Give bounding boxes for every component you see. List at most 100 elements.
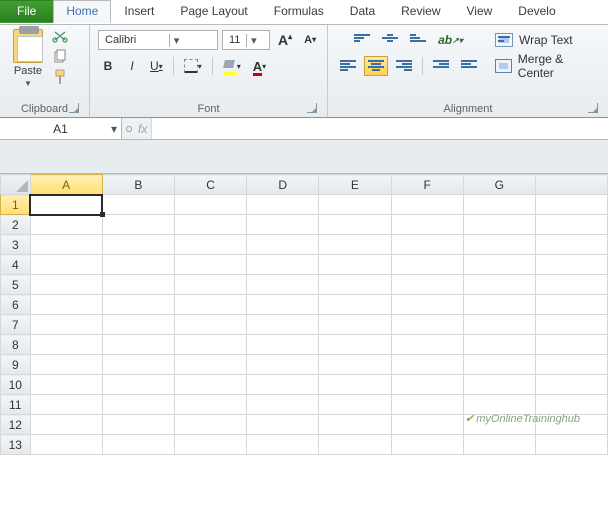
tab-developer[interactable]: Develo [505,0,568,23]
cell[interactable] [319,215,391,235]
cell[interactable] [319,255,391,275]
cell[interactable] [30,415,102,435]
decrease-font-button[interactable]: A▾ [300,30,320,50]
cell[interactable] [463,335,535,355]
align-right-button[interactable] [392,56,416,76]
align-top-button[interactable] [350,30,374,50]
merge-center-button[interactable]: Merge & Center [491,55,600,77]
cell[interactable] [30,435,102,455]
cell[interactable] [174,355,246,375]
select-all-corner[interactable] [1,175,31,195]
cell[interactable] [30,375,102,395]
cell[interactable] [174,215,246,235]
row-header[interactable]: 8 [1,335,31,355]
cell[interactable] [30,335,102,355]
cell[interactable] [102,255,174,275]
cell[interactable] [102,195,174,215]
cell[interactable] [391,375,463,395]
cell[interactable] [391,355,463,375]
column-header[interactable]: C [174,175,246,195]
cell[interactable] [30,315,102,335]
cell[interactable] [535,335,607,355]
cell[interactable] [174,315,246,335]
cell[interactable] [30,255,102,275]
row-header[interactable]: 6 [1,295,31,315]
cell[interactable] [319,315,391,335]
cell[interactable] [102,415,174,435]
cell[interactable] [535,195,607,215]
fill-color-button[interactable]: ▾ [219,56,245,76]
alignment-launcher-icon[interactable] [588,103,598,113]
tab-data[interactable]: Data [337,0,388,23]
cell[interactable] [535,435,607,455]
cell[interactable] [319,335,391,355]
cell[interactable] [391,415,463,435]
tab-formulas[interactable]: Formulas [261,0,337,23]
cell[interactable] [30,195,102,215]
cell[interactable] [102,275,174,295]
cell[interactable] [391,275,463,295]
align-middle-button[interactable] [378,30,402,50]
paste-caret[interactable]: ▼ [24,79,32,88]
row-header[interactable]: 1 [1,195,31,215]
row-header[interactable]: 13 [1,435,31,455]
cell[interactable] [463,255,535,275]
fx-icon[interactable]: fx [138,122,147,136]
cell[interactable] [319,295,391,315]
cell[interactable] [247,315,319,335]
paste-button[interactable]: Paste ▼ [8,27,48,88]
cell[interactable] [174,235,246,255]
cell[interactable] [391,335,463,355]
cell[interactable] [30,215,102,235]
cell[interactable] [102,355,174,375]
cell[interactable] [319,195,391,215]
column-header[interactable]: A [30,175,102,195]
copy-button[interactable] [52,49,68,65]
cell[interactable] [391,315,463,335]
cell[interactable] [174,275,246,295]
cell[interactable] [247,355,319,375]
tab-file[interactable]: File [0,0,53,23]
cell[interactable] [247,255,319,275]
cell[interactable] [391,295,463,315]
cell[interactable] [391,435,463,455]
cell[interactable] [247,215,319,235]
cell[interactable] [102,435,174,455]
cell[interactable] [319,435,391,455]
cell[interactable] [535,355,607,375]
cell[interactable] [247,395,319,415]
cell[interactable] [535,295,607,315]
cell[interactable] [319,415,391,435]
cell[interactable] [247,435,319,455]
cell[interactable] [102,395,174,415]
cell[interactable] [174,195,246,215]
increase-indent-button[interactable] [457,56,481,76]
tab-insert[interactable]: Insert [111,0,167,23]
cell[interactable] [463,355,535,375]
cell[interactable] [30,355,102,375]
formula-input[interactable] [151,118,608,139]
cell[interactable] [247,235,319,255]
cell[interactable] [391,195,463,215]
cell[interactable] [535,235,607,255]
cell[interactable] [102,295,174,315]
increase-font-button[interactable]: A▴ [274,30,296,50]
cell[interactable] [174,335,246,355]
font-color-button[interactable]: A ▾ [249,56,270,76]
cell[interactable] [174,255,246,275]
cell[interactable] [463,375,535,395]
cell[interactable] [174,435,246,455]
cell[interactable] [319,355,391,375]
cell[interactable] [102,335,174,355]
column-header[interactable] [535,175,607,195]
cell[interactable] [174,415,246,435]
cell[interactable] [319,375,391,395]
cell[interactable] [463,195,535,215]
underline-button[interactable]: U ▾ [146,56,167,76]
cell[interactable] [30,295,102,315]
chevron-down-icon[interactable]: ▾ [111,122,117,136]
format-painter-button[interactable] [52,69,68,85]
cell[interactable] [174,375,246,395]
cell[interactable] [102,375,174,395]
cell[interactable] [319,275,391,295]
